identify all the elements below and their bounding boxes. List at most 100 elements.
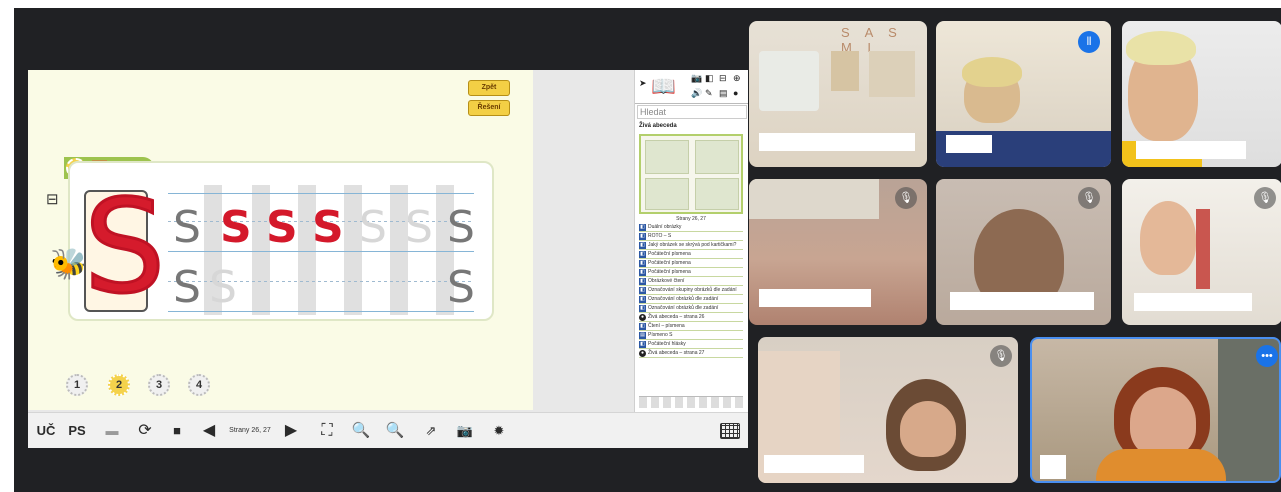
- resource-item[interactable]: ◧ Počáteční hlásky: [639, 340, 743, 349]
- book-icon[interactable]: 📖: [651, 74, 676, 99]
- interactive-icon[interactable]: ◧: [705, 73, 714, 84]
- resource-item[interactable]: ◧ Označování obrázků dle zadání: [639, 304, 743, 313]
- document-icon[interactable]: ■: [168, 422, 186, 440]
- letter-trace: S: [209, 262, 237, 313]
- back-button[interactable]: Zpět: [468, 80, 510, 96]
- page-indicator: Strany 26, 27: [229, 427, 271, 434]
- resource-item[interactable]: ◧ Jaký obrázek se skrývá pod kartičkami?: [639, 241, 743, 250]
- letter-sample: S: [447, 202, 475, 253]
- bee-mascot-icon: 🐝: [50, 248, 88, 281]
- panel-search-input[interactable]: Hledat: [637, 105, 747, 119]
- bottom-toolbar: UČ PS ▬ ⟳ ■ ◀ Strany 26, 27 ▶ ⛶ 🔍 🔍 ⇗ 📷 …: [28, 412, 748, 448]
- letter-sample: S: [173, 202, 201, 253]
- resource-type-icon: ◧: [639, 322, 646, 330]
- participant-tile-active[interactable]: •••: [1030, 337, 1281, 483]
- solution-button[interactable]: Řešení: [468, 100, 510, 116]
- resource-type-icon: ◧: [639, 277, 646, 285]
- writing-lines: S S S S S S S S S S: [168, 185, 475, 315]
- textbook-page: Zpět Řešení 2 ✎ S. ⊟ S 🐝: [28, 70, 533, 410]
- resource-type-icon: ◧: [639, 286, 646, 294]
- resource-type-icon: ◧: [639, 259, 646, 267]
- resource-list: ◧ Duální obrázky ◧ ROTO – S ◧ Jaký obrázek …: [639, 223, 743, 358]
- table-icon[interactable]: ▤: [719, 88, 728, 99]
- resource-item[interactable]: ◧ Počáteční písmena: [639, 250, 743, 259]
- participant-tile[interactable]: ⦀: [936, 21, 1111, 167]
- content-panel: ➤ 📖 📷 ◧ ⊟ ⊕ 🔊 ✎ ▤ ● Hledat Živá abeceda …: [634, 70, 748, 412]
- globe-icon: ●: [639, 313, 646, 321]
- page-button-3[interactable]: 3: [148, 374, 170, 396]
- resource-item[interactable]: ● Živá abeceda – strana 27: [639, 349, 743, 358]
- panel-title: Živá abeceda: [639, 123, 677, 129]
- page-button-2[interactable]: 2: [108, 374, 130, 396]
- shared-screen: Zpět Řešení 2 ✎ S. ⊟ S 🐝: [28, 70, 748, 448]
- resource-item[interactable]: ◧ Obrázkové čtení: [639, 277, 743, 286]
- zoom-in-icon[interactable]: 🔍: [384, 422, 406, 440]
- resource-item[interactable]: ◧ Duální obrázky: [639, 223, 743, 232]
- resource-item[interactable]: ◧ Označování obrázků dle zadání: [639, 295, 743, 304]
- globe-icon[interactable]: ●: [733, 88, 738, 98]
- participant-tile[interactable]: 🎙: [936, 179, 1111, 325]
- page-button-4[interactable]: 4: [188, 374, 210, 396]
- globe-icon: ●: [639, 349, 646, 357]
- resource-type-icon: ◧: [639, 250, 646, 258]
- next-page-icon[interactable]: ▶: [282, 422, 300, 440]
- resource-item[interactable]: ◧ Čtení – písmena: [639, 322, 743, 331]
- muted-mic-icon: 🎙: [990, 345, 1012, 367]
- resource-type-icon: ◧: [639, 268, 646, 276]
- note-icon[interactable]: ✎: [705, 88, 713, 99]
- fullscreen-icon[interactable]: ⛶: [316, 422, 338, 440]
- keyboard-icon[interactable]: [720, 423, 740, 439]
- workbook-button[interactable]: PS: [66, 422, 88, 440]
- link-icon[interactable]: ⊕: [733, 73, 741, 84]
- video-call-stage: Zpět Řešení 2 ✎ S. ⊟ S 🐝: [14, 8, 1281, 492]
- slides-icon[interactable]: ⊟: [46, 190, 59, 208]
- muted-mic-icon: 🎙: [1078, 187, 1100, 209]
- speaking-indicator-icon: ⦀: [1078, 31, 1100, 53]
- letter-model-big: S: [83, 173, 167, 322]
- resource-type-icon: ◧: [639, 304, 646, 312]
- letter-written: S: [312, 202, 344, 253]
- camera-icon[interactable]: 📷: [691, 73, 702, 84]
- resource-item[interactable]: ◧ ROTO – S: [639, 232, 743, 241]
- letter-sample: S: [447, 262, 475, 313]
- audio-icon[interactable]: 🔊: [691, 88, 702, 99]
- thumbnail-caption: Strany 26, 27: [676, 216, 706, 222]
- panel-toolbar: ➤ 📖 📷 ◧ ⊟ ⊕ 🔊 ✎ ▤ ●: [635, 70, 748, 104]
- table-icon: ▤: [639, 331, 646, 339]
- resource-item[interactable]: ● Živá abeceda – strana 26: [639, 313, 743, 322]
- more-options-icon[interactable]: •••: [1256, 345, 1278, 367]
- letter-trace: S: [405, 202, 433, 253]
- resource-item[interactable]: ▤ Písmeno S: [639, 331, 743, 340]
- share-icon[interactable]: ⇗: [420, 422, 442, 440]
- participant-tile[interactable]: 🎙: [749, 179, 927, 325]
- participant-tile[interactable]: 🎙: [758, 337, 1018, 483]
- letter-trace: S: [359, 202, 387, 253]
- prev-page-icon[interactable]: ◀: [200, 422, 218, 440]
- resource-type-icon: ◧: [639, 241, 646, 249]
- participant-tile[interactable]: [1122, 21, 1281, 167]
- letter-written: S: [220, 202, 252, 253]
- next-thumbnail[interactable]: [639, 396, 743, 408]
- doc-icon[interactable]: ⊟: [719, 73, 727, 84]
- letter-written: S: [266, 202, 298, 253]
- participant-tile[interactable]: 🎙: [1122, 179, 1281, 325]
- collapse-arrow-icon[interactable]: ➤: [639, 78, 647, 89]
- light-bulb-icon[interactable]: ✹: [488, 422, 510, 440]
- letter-sample: S: [173, 262, 201, 313]
- zoom-out-icon[interactable]: 🔍: [350, 422, 372, 440]
- resource-type-icon: ◧: [639, 340, 646, 348]
- refresh-icon[interactable]: ⟳: [134, 422, 156, 440]
- muted-mic-icon: 🎙: [895, 187, 917, 209]
- participant-tile[interactable]: S A S M L: [749, 21, 927, 167]
- page-button-1[interactable]: 1: [66, 374, 88, 396]
- resource-item[interactable]: ◧ Označování skupiny obrázků dle zadání: [639, 286, 743, 295]
- resource-item[interactable]: ◧ Počáteční písmena: [639, 259, 743, 268]
- screenshot-frame: Zpět Řešení 2 ✎ S. ⊟ S 🐝: [0, 0, 1281, 492]
- folder-icon[interactable]: ▬: [102, 422, 122, 440]
- camera-icon[interactable]: 📷: [454, 422, 476, 440]
- resource-type-icon: ◧: [639, 295, 646, 303]
- teacher-book-button[interactable]: UČ: [34, 422, 58, 440]
- muted-mic-icon: 🎙: [1254, 187, 1276, 209]
- resource-item[interactable]: ◧ Počáteční písmena: [639, 268, 743, 277]
- page-thumbnail[interactable]: [639, 134, 743, 214]
